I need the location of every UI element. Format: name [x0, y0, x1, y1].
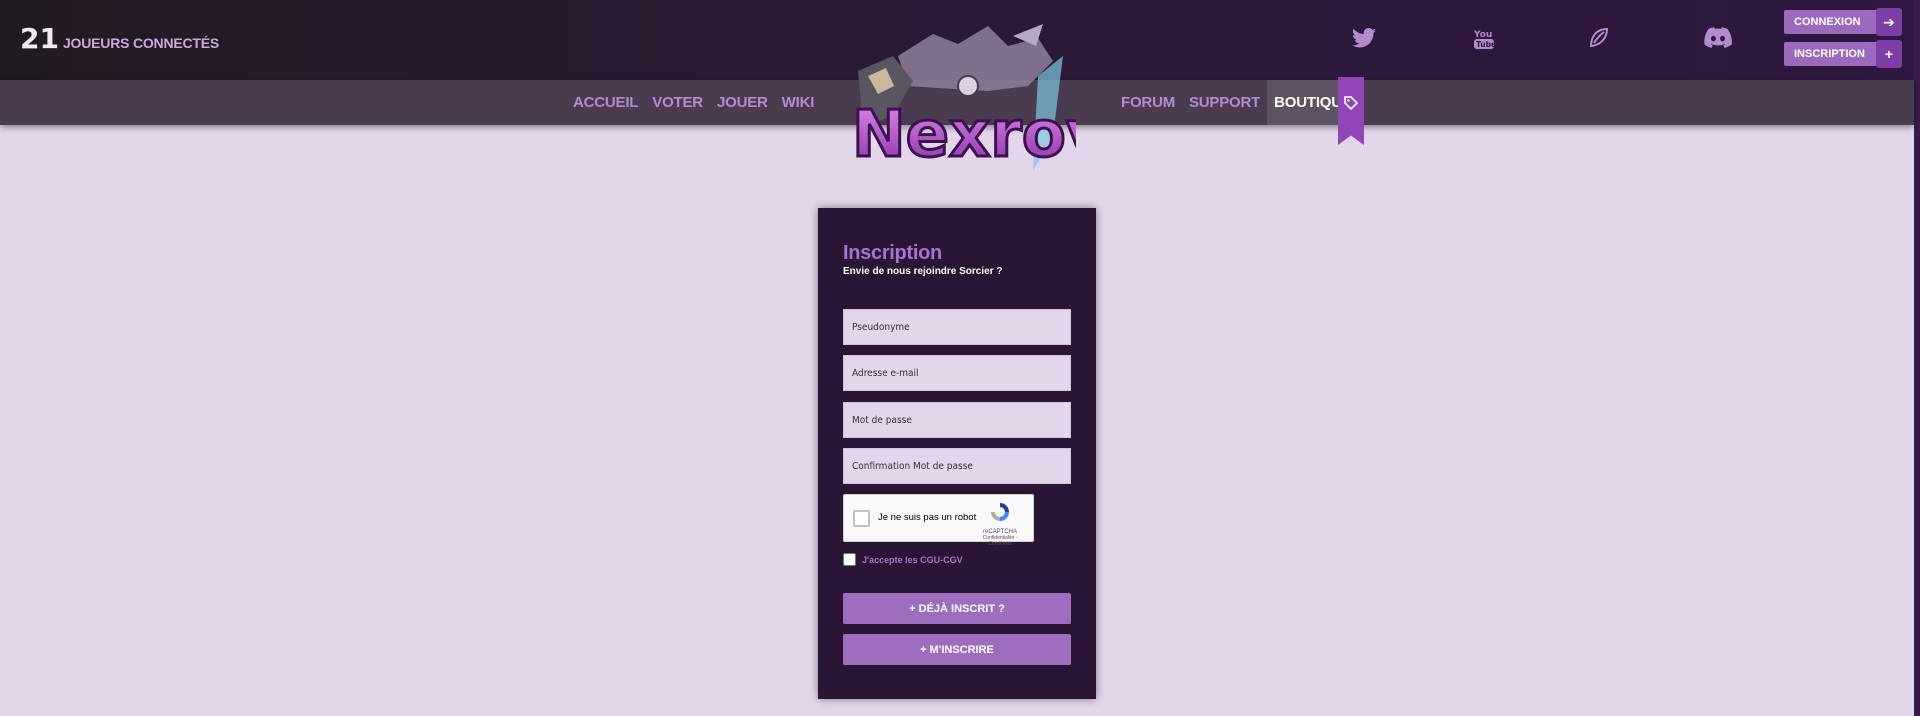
form-title: Inscription — [843, 242, 942, 264]
site-logo[interactable]: Nexrov — [838, 16, 1109, 186]
login-button[interactable]: CONNEXION ➔ — [1784, 8, 1902, 36]
online-count: 21 — [20, 22, 59, 55]
cgu-checkbox[interactable] — [843, 553, 856, 566]
nav-item-forum[interactable]: FORUM — [1114, 80, 1182, 125]
recaptcha-brand: reCAPTCHA Confidentialité - Conditions — [974, 501, 1026, 547]
shop-tag-ribbon[interactable] — [1338, 77, 1364, 145]
nav-item-support[interactable]: SUPPORT — [1182, 80, 1267, 125]
svg-text:You: You — [1473, 30, 1492, 40]
discord-icon[interactable] — [1704, 26, 1732, 50]
username-field[interactable]: Pseudonyme — [843, 309, 1071, 345]
register-label: INSCRIPTION — [1794, 48, 1865, 60]
youtube-icon[interactable]: You Tube — [1470, 26, 1498, 50]
tag-icon — [1344, 96, 1359, 111]
arrow-right-icon: ➔ — [1876, 8, 1902, 36]
logo-text: Nexrov — [852, 98, 1076, 172]
confirm-password-field[interactable]: Confirmation Mot de passe — [843, 448, 1071, 484]
nav-left: ACCUEIL VOTER JOUER WIKI — [566, 80, 821, 125]
right-edge-stripe — [1914, 0, 1920, 716]
cgu-row: J'accepte les CGU-CGV — [843, 553, 963, 566]
register-submit-button[interactable]: + M'INSCRIRE — [843, 634, 1071, 665]
svg-text:Tube: Tube — [1476, 40, 1496, 49]
recaptcha-widget: Je ne suis pas un robot reCAPTCHA Confid… — [843, 494, 1034, 547]
register-card: Inscription Envie de nous rejoindre Sorc… — [818, 208, 1096, 699]
already-registered-button[interactable]: + DÉJÀ INSCRIT ? — [843, 593, 1071, 624]
nav-item-accueil[interactable]: ACCUEIL — [566, 80, 645, 125]
register-button[interactable]: INSCRIPTION + — [1784, 40, 1902, 68]
nav-item-wiki[interactable]: WIKI — [775, 80, 822, 125]
recaptcha-links[interactable]: Confidentialité - Conditions — [974, 535, 1026, 547]
cgu-label[interactable]: J'accepte les CGU-CGV — [862, 555, 963, 565]
online-players: 21 JOUEURS CONNECTÉS — [20, 22, 219, 55]
recaptcha-icon — [991, 503, 1009, 521]
recaptcha-checkbox[interactable] — [853, 510, 870, 527]
feather-icon[interactable] — [1585, 26, 1613, 50]
plus-icon: + — [1876, 40, 1902, 68]
nav-item-jouer[interactable]: JOUER — [710, 80, 775, 125]
recaptcha-label: Je ne suis pas un robot — [878, 512, 977, 523]
password-field[interactable]: Mot de passe — [843, 402, 1071, 438]
login-label: CONNEXION — [1794, 16, 1861, 28]
twitter-icon[interactable] — [1350, 26, 1378, 50]
nav-right: FORUM SUPPORT BOUTIQUE — [1114, 80, 1359, 125]
email-field[interactable]: Adresse e-mail — [843, 355, 1071, 391]
form-subtitle: Envie de nous rejoindre Sorcier ? — [843, 266, 1003, 277]
nav-item-voter[interactable]: VOTER — [645, 80, 710, 125]
online-label: JOUEURS CONNECTÉS — [62, 35, 220, 51]
